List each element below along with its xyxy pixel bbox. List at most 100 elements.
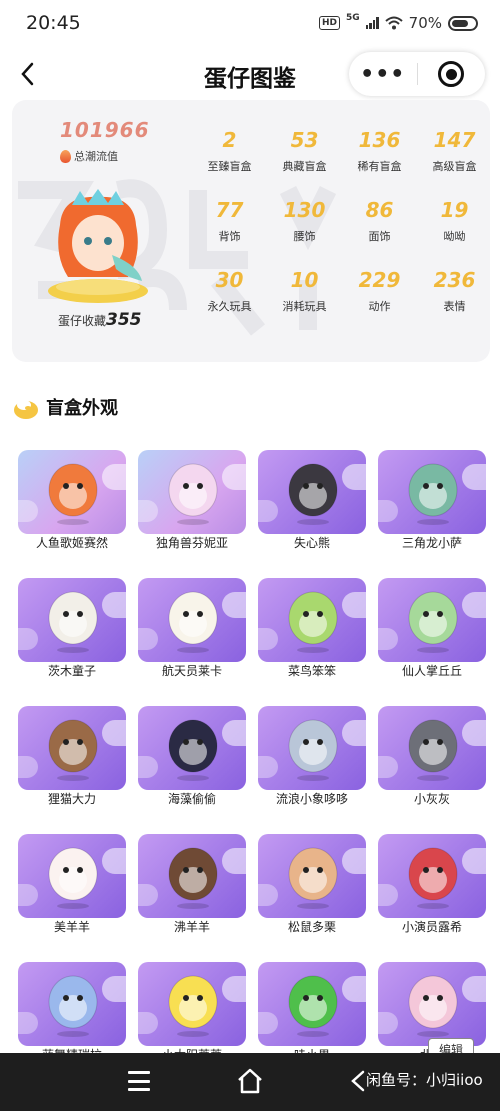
collection-item[interactable]: 小演员露希 xyxy=(378,834,486,938)
item-tile xyxy=(18,706,126,790)
item-tile xyxy=(258,962,366,1046)
collection-item[interactable]: 航天员莱卡 xyxy=(138,578,246,682)
stat-cell[interactable]: 2 至臻盲盒 xyxy=(192,128,267,174)
section-title: 盲盒外观 xyxy=(46,398,118,419)
item-name: 小演员露希 xyxy=(401,920,462,934)
stat-cell[interactable]: 236 表情 xyxy=(417,268,490,314)
status-time: 20:45 xyxy=(26,12,81,34)
status-icons: HD 5G 70% xyxy=(318,13,478,32)
collection-item[interactable]: 美羊羊 xyxy=(18,834,126,938)
collection-item[interactable]: 沸羊羊 xyxy=(138,834,246,938)
stat-cell[interactable]: 77 背饰 xyxy=(192,198,267,244)
collection-item[interactable]: 茨木童子 xyxy=(18,578,126,682)
collection-item[interactable]: 小太阳蒂蒂 xyxy=(138,962,246,1066)
collection-item[interactable]: 独角兽芬妮亚 xyxy=(138,450,246,554)
item-grid: 人鱼歌姬赛然 独角兽芬妮亚 失心熊 三角龙小萨茨木童子 航天员莱卡 菜鸟笨笨 仙人掌丘丘狸猫… xyxy=(18,450,488,1066)
collection-item[interactable]: 仙人掌丘丘 xyxy=(378,578,486,682)
stat-value: 10 xyxy=(290,268,319,292)
egg-character-icon xyxy=(408,847,458,909)
menu-icon[interactable] xyxy=(128,1071,150,1091)
section-header: 盲盒外观 xyxy=(12,394,118,420)
stat-value: 53 xyxy=(290,128,319,152)
egg-character-icon xyxy=(48,463,98,525)
mini-program-capsule: ••• xyxy=(349,52,485,96)
egg-section-icon xyxy=(14,400,38,419)
stat-label: 腰饰 xyxy=(293,230,316,243)
stat-label: 背饰 xyxy=(218,230,241,243)
stat-label: 至臻盲盒 xyxy=(207,160,252,173)
item-name: 松鼠多栗 xyxy=(287,920,336,934)
collection-item[interactable]: 菜鸟笨笨 xyxy=(258,578,366,682)
battery-percent: 70% xyxy=(408,14,442,32)
collection-item[interactable]: 三角龙小萨 xyxy=(378,450,486,554)
stat-cell[interactable]: 53 典藏盲盒 xyxy=(267,128,342,174)
item-tile xyxy=(18,962,126,1046)
item-tile xyxy=(378,962,486,1046)
stat-cell[interactable]: 130 腰饰 xyxy=(267,198,342,244)
egg-character-icon xyxy=(168,975,218,1037)
egg-character-icon xyxy=(408,463,458,525)
item-name: 狸猫大力 xyxy=(47,792,96,806)
stat-label: 表情 xyxy=(443,300,466,313)
stat-label: 永久玩具 xyxy=(207,300,252,313)
stat-cell[interactable]: 136 稀有盲盒 xyxy=(342,128,417,174)
item-name: 流浪小象哆哆 xyxy=(275,792,348,806)
egg-character-icon xyxy=(408,719,458,781)
egg-character-icon xyxy=(48,847,98,909)
stat-cell[interactable]: 86 面饰 xyxy=(342,198,417,244)
egg-character-icon xyxy=(408,591,458,653)
stat-value: 130 xyxy=(283,198,326,222)
collection-item[interactable]: 蓝舞精瑞拉 xyxy=(18,962,126,1066)
wifi-icon xyxy=(384,16,403,30)
collection-item[interactable]: 流浪小象哆哆 xyxy=(258,706,366,810)
item-tile xyxy=(258,706,366,790)
item-tile xyxy=(18,834,126,918)
collection-item[interactable]: 人鱼歌姬赛然 xyxy=(18,450,126,554)
stats-grid: 2 至臻盲盒 53 典藏盲盒 136 稀有盲盒 147 高级盲盒 77 背饰 130 腰饰 … xyxy=(192,128,490,314)
item-name: 航天员莱卡 xyxy=(161,664,222,678)
collection-item[interactable]: 狸猫大力 xyxy=(18,706,126,810)
item-name: 美羊羊 xyxy=(53,920,90,934)
item-tile xyxy=(378,706,486,790)
egg-character-icon xyxy=(48,975,98,1037)
item-name: 菜鸟笨笨 xyxy=(287,664,336,678)
item-name: 小灰灰 xyxy=(413,792,450,806)
item-name: 海藻偷偷 xyxy=(167,792,216,806)
status-bar: 20:45 HD 5G 70% xyxy=(0,0,500,48)
egg-character-icon xyxy=(288,975,338,1037)
collection-item[interactable]: 失心熊 xyxy=(258,450,366,554)
egg-character-icon xyxy=(48,591,98,653)
stat-cell[interactable]: 19 呦呦 xyxy=(417,198,490,244)
fire-icon xyxy=(60,149,71,163)
stat-label: 高级盲盒 xyxy=(432,160,477,173)
stat-cell[interactable]: 229 动作 xyxy=(342,268,417,314)
stat-value: 236 xyxy=(433,268,476,292)
signal-icon xyxy=(365,17,379,29)
stat-cell[interactable]: 30 永久玩具 xyxy=(192,268,267,314)
stat-value: 229 xyxy=(358,268,401,292)
item-tile xyxy=(138,578,246,662)
item-tile xyxy=(138,834,246,918)
home-icon[interactable] xyxy=(236,1067,264,1095)
collection-item[interactable]: 海藻偷偷 xyxy=(138,706,246,810)
item-name: 人鱼歌姬赛然 xyxy=(35,536,108,550)
item-name: 独角兽芬妮亚 xyxy=(155,536,228,550)
item-name: 茨木童子 xyxy=(47,664,96,678)
stat-value: 147 xyxy=(433,128,476,152)
watermark-text: 闲鱼号：小归iioo xyxy=(366,1071,483,1089)
egg-character-icon xyxy=(168,847,218,909)
close-button[interactable] xyxy=(418,61,486,87)
collection-item[interactable]: 哇小果 xyxy=(258,962,366,1066)
item-tile xyxy=(258,578,366,662)
collection-item[interactable]: 小灰灰 xyxy=(378,706,486,810)
mermaid-avatar[interactable] xyxy=(42,185,154,305)
more-button[interactable]: ••• xyxy=(349,62,417,87)
egg-character-icon xyxy=(288,463,338,525)
stat-value: 19 xyxy=(440,198,469,222)
egg-character-icon xyxy=(288,719,338,781)
collection-item[interactable]: 松鼠多栗 xyxy=(258,834,366,938)
stat-cell[interactable]: 10 消耗玩具 xyxy=(267,268,342,314)
item-name: 三角龙小萨 xyxy=(401,536,462,550)
stat-cell[interactable]: 147 高级盲盒 xyxy=(417,128,490,174)
item-name: 沸羊羊 xyxy=(173,920,210,934)
